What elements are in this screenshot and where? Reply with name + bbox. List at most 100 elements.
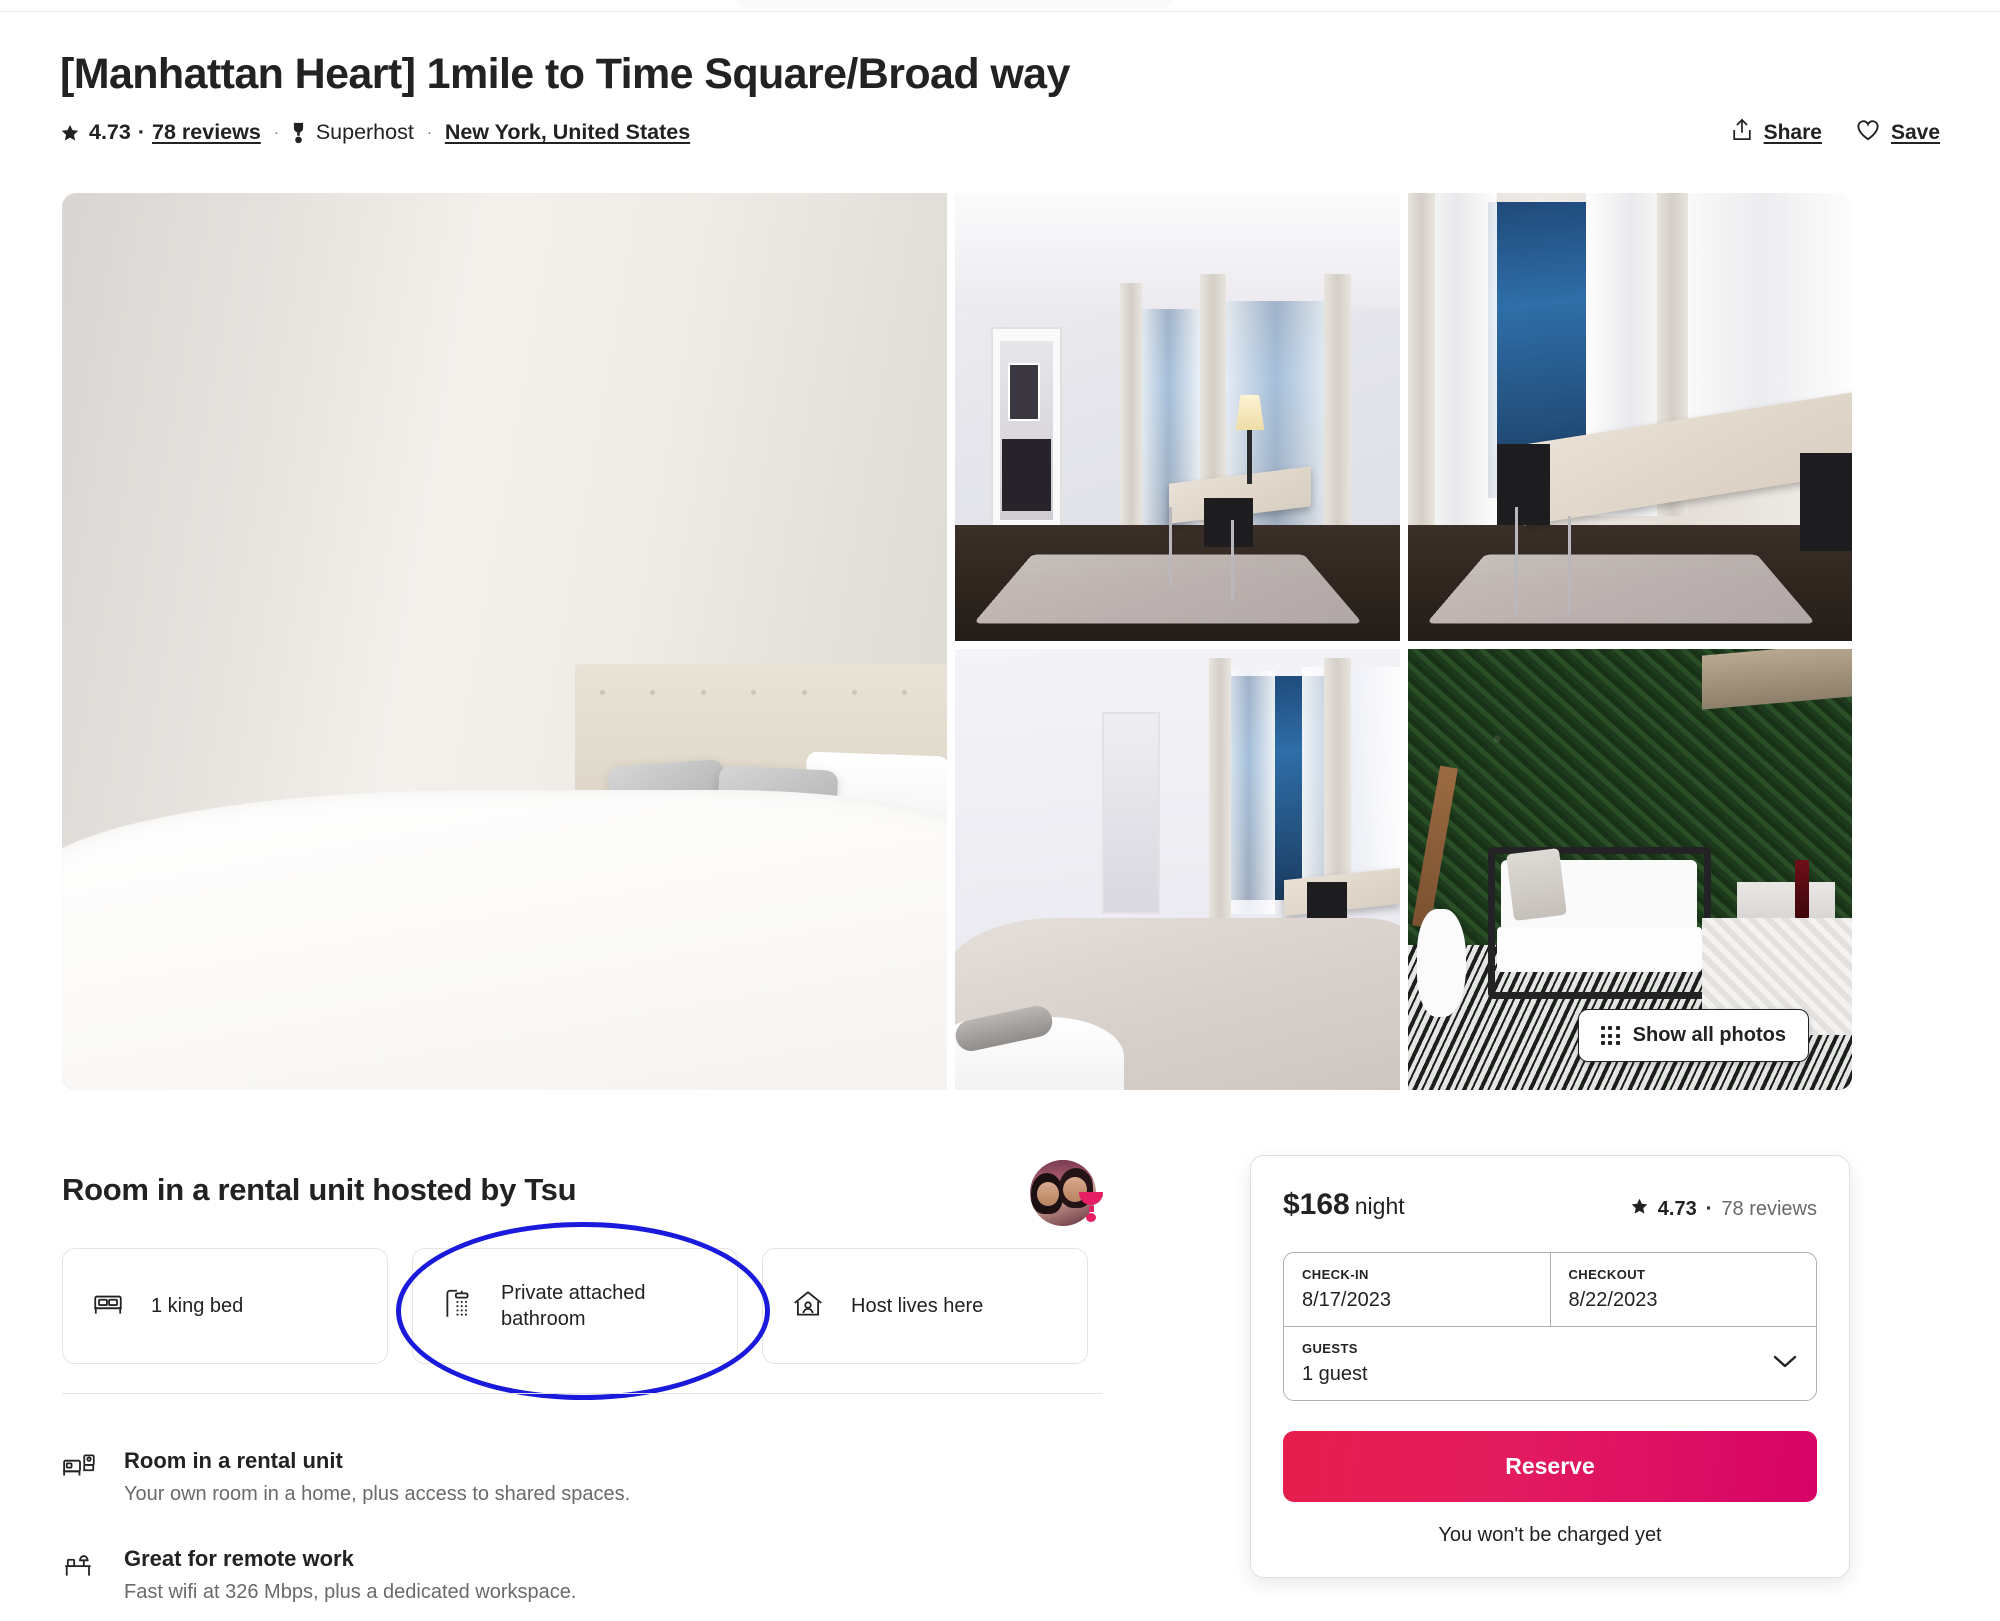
feature-title: Room in a rental unit xyxy=(124,1448,343,1473)
headboard-tufting xyxy=(599,689,947,695)
booking-rating: 4.73 · 78 reviews xyxy=(1630,1197,1817,1222)
feature-great-for-remote-work: Great for remote work Fast wifi at 326 M… xyxy=(62,1546,630,1604)
subline-separator-2: · xyxy=(426,124,432,141)
subline-separator-1: · xyxy=(273,124,279,141)
area-rug xyxy=(1427,554,1817,623)
guests-row: GUESTS 1 guest xyxy=(1284,1326,1816,1400)
house-person-icon xyxy=(791,1287,825,1326)
checkin-field[interactable]: CHECK-IN 8/17/2023 xyxy=(1284,1253,1550,1326)
booking-reviews-link[interactable]: 78 reviews xyxy=(1721,1198,1817,1221)
amenity-card-bathroom[interactable]: Private attached bathroom xyxy=(412,1248,738,1364)
shower-icon xyxy=(441,1287,475,1326)
window-trim-a xyxy=(1119,282,1142,543)
checkin-value: 8/17/2023 xyxy=(1302,1289,1391,1311)
no-charge-note: You won't be charged yet xyxy=(1438,1524,1662,1546)
header-bar xyxy=(0,0,2000,12)
listing-page: [Manhattan Heart] 1mile to Time Square/B… xyxy=(0,0,2000,1621)
amenity-label: Host lives here xyxy=(851,1294,984,1317)
booking-card: $168 night 4.73 · 78 reviews CHECK-IN 8/1… xyxy=(1250,1155,1850,1578)
sofa-seat-cushion xyxy=(1497,927,1702,973)
section-divider xyxy=(62,1393,1102,1394)
host-heading: Room in a rental unit hosted by Tsu xyxy=(62,1172,577,1207)
reserve-button[interactable]: Reserve xyxy=(1283,1431,1817,1502)
amenity-label: Private attached bathroom xyxy=(501,1281,646,1330)
folding-chair-left xyxy=(1497,443,1551,525)
checkout-value: 8/22/2023 xyxy=(1568,1289,1658,1311)
gallery-photo-patio-seating[interactable]: Show all photos xyxy=(1408,649,1852,1090)
amenity-card-bed[interactable]: 1 king bed xyxy=(62,1248,388,1364)
gallery-photo-window-desk-view[interactable] xyxy=(1408,193,1852,641)
bathroom-mirror xyxy=(1008,363,1040,422)
gallery-photo-room-bay-window[interactable] xyxy=(955,193,1400,641)
booking-fields: CHECK-IN 8/17/2023 CHECKOUT 8/22/2023 GU… xyxy=(1283,1252,1817,1401)
amenity-label: 1 king bed xyxy=(151,1294,244,1317)
gallery-photo-bedroom-king-bed[interactable] xyxy=(62,193,947,1090)
listing-actions: Share Save xyxy=(1731,118,1940,148)
guests-value: 1 guest xyxy=(1302,1363,1368,1385)
photo-gallery: Show all photos xyxy=(62,193,1852,1090)
heart-icon xyxy=(1856,119,1880,147)
checkout-field[interactable]: CHECKOUT 8/22/2023 xyxy=(1549,1253,1817,1326)
folding-chair xyxy=(1204,497,1254,547)
superhost-icon xyxy=(292,122,305,144)
price-period: night xyxy=(1354,1193,1405,1219)
show-all-photos-button[interactable]: Show all photos xyxy=(1577,1009,1809,1062)
feature-title: Great for remote work xyxy=(124,1546,354,1571)
chevron-down-icon[interactable] xyxy=(1772,1353,1798,1374)
awning xyxy=(1701,649,1852,710)
lamp-stem xyxy=(1246,430,1253,485)
wine-bottle xyxy=(1795,860,1809,919)
bed-icon xyxy=(91,1287,125,1326)
save-label: Save xyxy=(1890,121,1940,144)
window-trim-c xyxy=(1324,273,1352,552)
checkin-label: CHECK-IN xyxy=(1302,1267,1369,1282)
booking-rating-separator: · xyxy=(1705,1198,1713,1220)
superhost-badge-icon xyxy=(1079,1192,1103,1222)
grid-icon xyxy=(1600,1026,1620,1045)
page-title: [Manhattan Heart] 1mile to Time Square/B… xyxy=(60,50,1070,98)
feature-room-in-rental-unit: Room in a rental unit Your own room in a… xyxy=(62,1448,630,1506)
rating-value: 4.73 xyxy=(89,120,131,144)
reviews-link[interactable]: 78 reviews xyxy=(152,120,261,145)
guests-field[interactable]: GUESTS 1 guest xyxy=(1284,1327,1816,1400)
price-block: $168 night xyxy=(1283,1188,1405,1222)
bathroom-vanity xyxy=(1001,439,1051,512)
window-trim-a xyxy=(1208,657,1231,919)
feature-desc: Fast wifi at 326 Mbps, plus a dedicated … xyxy=(124,1581,577,1603)
booking-header: $168 night 4.73 · 78 reviews xyxy=(1283,1188,1817,1222)
show-all-photos-label: Show all photos xyxy=(1632,1024,1786,1046)
share-button[interactable]: Share xyxy=(1731,118,1822,148)
save-button[interactable]: Save xyxy=(1856,119,1940,147)
window-trim-a xyxy=(1408,193,1435,525)
desk-icon xyxy=(62,1546,98,1585)
white-duvet xyxy=(62,790,947,1090)
host-avatar-wrapper[interactable] xyxy=(1030,1160,1103,1226)
checkout-label: CHECKOUT xyxy=(1568,1267,1646,1282)
amenity-card-host-lives-here[interactable]: Host lives here xyxy=(762,1248,1088,1364)
header-ghost-tab xyxy=(735,0,1175,8)
gallery-photo-bedroom-bathroom-door[interactable] xyxy=(955,649,1400,1090)
superhost-label: Superhost xyxy=(315,120,414,144)
guests-label: GUESTS xyxy=(1302,1341,1358,1356)
folding-chair-right xyxy=(1799,452,1852,552)
star-icon xyxy=(1630,1197,1649,1222)
amenity-cards: 1 king bed Private attached bathroom Hos… xyxy=(62,1248,1088,1364)
booking-rating-value: 4.73 xyxy=(1657,1198,1697,1220)
date-row: CHECK-IN 8/17/2023 CHECKOUT 8/22/2023 xyxy=(1284,1253,1816,1326)
sheer-curtain-right xyxy=(1302,666,1400,892)
room-icon xyxy=(62,1448,98,1487)
share-icon xyxy=(1731,118,1753,148)
window-trim-b xyxy=(1324,657,1352,901)
throw-pillow xyxy=(1506,848,1568,922)
guitar-neck xyxy=(1411,765,1458,928)
feature-desc: Your own room in a home, plus access to … xyxy=(124,1483,631,1505)
avatar-face-left xyxy=(1036,1182,1060,1207)
price-amount: $168 xyxy=(1283,1188,1350,1221)
location-link[interactable]: New York, United States xyxy=(445,120,690,145)
star-icon xyxy=(60,123,80,143)
share-label: Share xyxy=(1763,121,1822,144)
listing-subline: 4.73 · 78 reviews · Superhost · New York… xyxy=(60,120,690,145)
rating-separator: · xyxy=(137,120,146,144)
guitar-body xyxy=(1416,909,1466,1018)
feature-list: Room in a rental unit Your own room in a… xyxy=(62,1448,630,1604)
